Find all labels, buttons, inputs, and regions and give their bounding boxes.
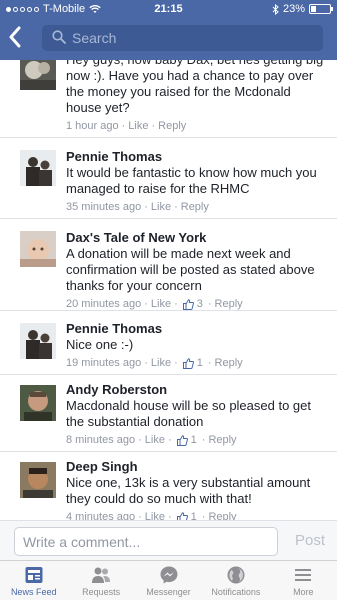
header: T-Mobile 21:15 23% Search — [0, 0, 337, 60]
tab-notifications[interactable]: Notifications — [202, 561, 269, 600]
comment-text: Hey guys, how baby Dax, bet hes getting … — [66, 60, 323, 115]
avatar[interactable] — [20, 323, 56, 359]
comment-item: Hey guys, how baby Dax, bet hes getting … — [0, 60, 337, 138]
comment-text: Nice one, 13k is a very substantial amou… — [66, 475, 311, 506]
comment-item: Dax's Tale of New York A donation will b… — [0, 219, 337, 311]
comment-time: 20 minutes ago — [66, 298, 142, 310]
like-link[interactable]: Like — [145, 511, 165, 520]
search-input[interactable]: Search — [42, 25, 323, 51]
avatar[interactable] — [20, 231, 56, 267]
reply-link[interactable]: Reply — [181, 201, 209, 213]
tab-messenger[interactable]: Messenger — [135, 561, 202, 600]
comment-text: Nice one :-) — [66, 337, 134, 352]
messenger-icon — [160, 566, 178, 584]
thumbs-up-icon — [182, 357, 194, 369]
like-link[interactable]: Like — [145, 434, 165, 446]
tab-requests[interactable]: Requests — [67, 561, 134, 600]
like-count[interactable]: 1 — [182, 357, 203, 369]
comment-time: 35 minutes ago — [66, 201, 142, 213]
comment-time: 4 minutes ago — [66, 511, 136, 520]
menu-icon — [295, 569, 312, 581]
comment-time: 19 minutes ago — [66, 357, 142, 369]
search-icon — [52, 30, 66, 44]
comment-composer: Write a comment... Post — [0, 520, 337, 560]
tab-label: Requests — [82, 587, 121, 597]
comment-author[interactable]: Dax's Tale of New York — [66, 230, 325, 246]
comments-list[interactable]: Hey guys, how baby Dax, bet hes getting … — [0, 60, 337, 520]
comment-author[interactable]: Pennie Thomas — [66, 149, 325, 165]
reply-link[interactable]: Reply — [158, 120, 186, 132]
tab-more[interactable]: More — [270, 561, 337, 600]
comment-time: 8 minutes ago — [66, 434, 136, 446]
like-link[interactable]: Like — [151, 201, 171, 213]
comment-item: Pennie Thomas It would be fantastic to k… — [0, 138, 337, 219]
like-count[interactable]: 3 — [182, 298, 203, 310]
comment-item: Andy Roberston Macdonald house will be s… — [0, 375, 337, 452]
globe-icon — [227, 566, 245, 584]
avatar[interactable] — [20, 60, 56, 90]
comment-item: Pennie Thomas Nice one :-) 19 minutes ag… — [0, 311, 337, 375]
comment-author[interactable]: Deep Singh — [66, 459, 325, 475]
comment-time: 1 hour ago — [66, 120, 119, 132]
news-feed-icon — [25, 567, 43, 583]
like-count[interactable]: 1 — [176, 511, 197, 520]
reply-link[interactable]: Reply — [215, 298, 243, 310]
avatar[interactable] — [20, 150, 56, 186]
comment-item: Deep Singh Nice one, 13k is a very subst… — [0, 452, 337, 520]
tab-label: News Feed — [10, 587, 57, 597]
like-link[interactable]: Like — [128, 120, 148, 132]
like-link[interactable]: Like — [151, 357, 171, 369]
like-count[interactable]: 1 — [176, 434, 197, 446]
comment-author[interactable]: Pennie Thomas — [66, 321, 325, 337]
like-link[interactable]: Like — [151, 298, 171, 310]
tab-bar: News Feed Requests Messenger Notificatio… — [0, 560, 337, 600]
tab-label: Notifications — [211, 587, 261, 597]
tab-label: Messenger — [146, 587, 191, 597]
battery-percent: 23% — [282, 3, 305, 15]
status-bar: T-Mobile 21:15 23% — [0, 0, 337, 18]
requests-icon — [92, 567, 111, 583]
back-button[interactable] — [8, 26, 30, 50]
bluetooth-icon — [272, 3, 279, 15]
comment-author[interactable]: Andy Roberston — [66, 382, 325, 398]
reply-link[interactable]: Reply — [208, 434, 236, 446]
avatar[interactable] — [20, 462, 56, 498]
battery-icon — [309, 4, 333, 14]
comment-input-placeholder: Write a comment... — [23, 534, 141, 550]
avatar[interactable] — [20, 385, 56, 421]
thumbs-up-icon — [176, 434, 188, 446]
thumbs-up-icon — [182, 298, 194, 310]
comment-text: A donation will be made next week and co… — [66, 246, 315, 293]
comment-text: Macdonald house will be so pleased to ge… — [66, 398, 311, 429]
tab-label: More — [293, 587, 314, 597]
comment-text: It would be fantastic to know how much y… — [66, 165, 317, 196]
reply-link[interactable]: Reply — [215, 357, 243, 369]
comment-input[interactable]: Write a comment... — [14, 527, 278, 556]
back-icon — [9, 26, 21, 48]
reply-link[interactable]: Reply — [208, 511, 236, 520]
thumbs-up-icon — [176, 511, 188, 520]
tab-news-feed[interactable]: News Feed — [0, 561, 67, 600]
post-button[interactable]: Post — [295, 532, 325, 549]
search-placeholder: Search — [72, 30, 117, 46]
